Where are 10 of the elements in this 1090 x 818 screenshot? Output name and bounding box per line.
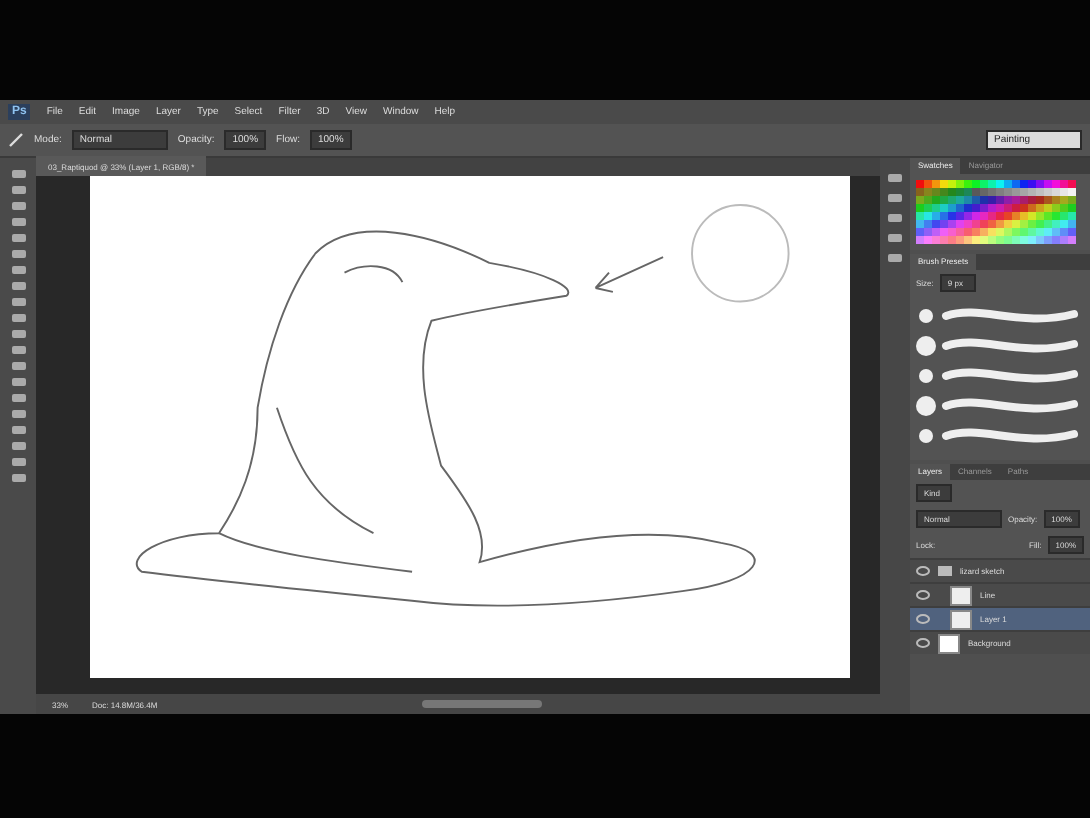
- folder-icon: [938, 566, 952, 576]
- eye-icon[interactable]: [916, 590, 930, 600]
- layer-thumbnail: [950, 585, 972, 605]
- eye-icon[interactable]: [916, 614, 930, 624]
- scrollbar[interactable]: [421, 700, 542, 708]
- layer-thumbnail: [938, 633, 960, 653]
- layer-thumbnail: [950, 609, 972, 629]
- eye-icon[interactable]: [916, 638, 930, 648]
- eye-icon[interactable]: [916, 566, 930, 576]
- brush-icon[interactable]: [8, 132, 24, 148]
